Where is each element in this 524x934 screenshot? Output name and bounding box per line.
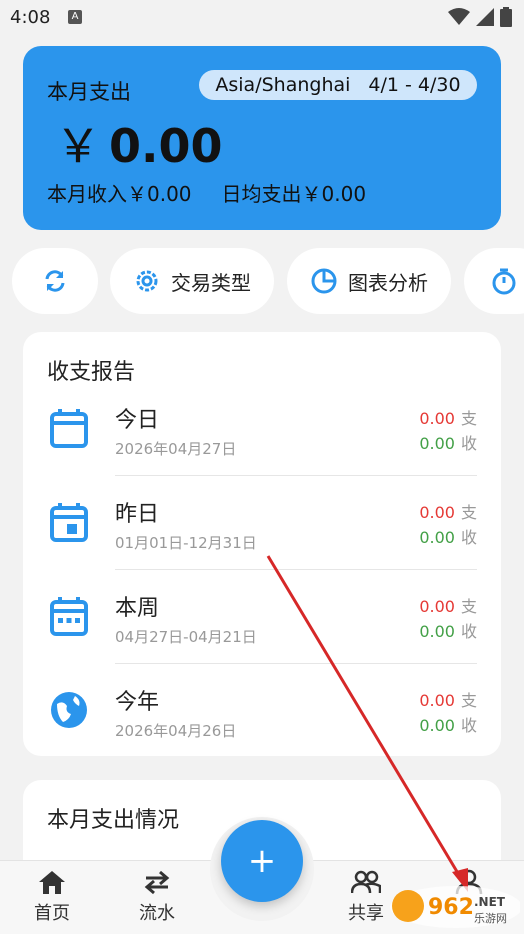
- report-row-date: 2026年04月26日: [115, 722, 237, 740]
- row-divider: [115, 569, 477, 570]
- timer-icon: [492, 268, 516, 295]
- expense-label: 支: [460, 409, 477, 428]
- report-row-week[interactable]: 本周 04月27日-04月21日 0.00 支 0.00 收: [23, 576, 501, 670]
- income-expense-report-card: 收支报告 今日 2026年04月27日 0.00 支 0.00 收 昨日 01月01…: [23, 332, 501, 756]
- transaction-type-label: 交易类型: [171, 270, 251, 295]
- report-title: 收支报告: [47, 360, 136, 385]
- expense-value: 0.00: [419, 409, 455, 428]
- monthly-expense-title: 本月支出情况: [47, 808, 180, 833]
- site-watermark-logo: 962 .NET 乐游网: [390, 886, 520, 928]
- home-icon: [39, 871, 65, 894]
- income-label: 收: [460, 528, 477, 547]
- report-row-today[interactable]: 今日 2026年04月27日 0.00 支 0.00 收: [23, 388, 501, 482]
- svg-text:.NET: .NET: [474, 895, 506, 909]
- quick-actions-bar: 交易类型 图表分析: [0, 248, 524, 314]
- expense-label: 支: [460, 503, 477, 522]
- report-row-values: 0.00 支 0.00 收: [419, 500, 477, 550]
- status-icons: [448, 7, 512, 27]
- report-row-name: 昨日: [115, 502, 160, 527]
- daily-average-expense: 日均支出￥0.00: [221, 182, 367, 206]
- income-label: 收: [460, 622, 477, 641]
- timezone-label: Asia/Shanghai: [215, 74, 351, 96]
- transaction-type-button[interactable]: 交易类型: [110, 248, 274, 314]
- income-label: 收: [460, 716, 477, 735]
- battery-icon: [500, 7, 512, 27]
- signal-icon: [476, 8, 494, 26]
- transfer-icon: [144, 870, 170, 895]
- report-row-name: 本周: [115, 596, 160, 621]
- report-row-values: 0.00 支 0.00 收: [419, 688, 477, 738]
- income-value: 0.00: [419, 434, 455, 453]
- timer-button[interactable]: [464, 248, 524, 314]
- summary-footer: 本月收入￥0.00 日均支出￥0.00: [47, 178, 366, 207]
- notification-a-icon: A: [68, 10, 82, 24]
- expense-amount: ￥ 0.00: [55, 110, 223, 176]
- globe-icon: [51, 692, 87, 728]
- status-bar: 4:08 A: [0, 0, 524, 36]
- calendar-week-icon: [50, 597, 88, 636]
- pie-chart-icon: [311, 268, 337, 294]
- report-row-date: 01月01日-12月31日: [115, 534, 257, 552]
- nav-flow[interactable]: 流水: [122, 869, 192, 925]
- refresh-icon: [45, 270, 65, 292]
- nav-flow-label: 流水: [139, 903, 175, 924]
- monthly-income: 本月收入￥0.00: [47, 182, 192, 206]
- income-value: 0.00: [419, 622, 455, 641]
- expense-value: 0.00: [419, 597, 455, 616]
- report-row-date: 2026年04月27日: [115, 440, 237, 458]
- status-time: 4:08: [10, 7, 51, 28]
- timezone-range-pill[interactable]: Asia/Shanghai 4/1 - 4/30: [199, 70, 477, 100]
- expense-amount-value: 0.00: [109, 119, 223, 173]
- report-row-name: 今日: [115, 408, 160, 433]
- refresh-button[interactable]: [12, 248, 98, 314]
- gear-icon: [136, 270, 158, 292]
- expense-label: 支: [460, 597, 477, 616]
- income-value: 0.00: [419, 716, 455, 735]
- monthly-summary-card: 本月支出 Asia/Shanghai 4/1 - 4/30 ￥ 0.00 本月收入…: [23, 46, 501, 230]
- nav-home[interactable]: 首页: [17, 869, 87, 925]
- income-value: 0.00: [419, 528, 455, 547]
- report-row-name: 今年: [115, 690, 160, 715]
- chart-analysis-label: 图表分析: [348, 270, 428, 295]
- summary-title: 本月支出: [47, 80, 131, 104]
- add-transaction-button[interactable]: +: [221, 820, 303, 902]
- nav-home-label: 首页: [34, 903, 70, 924]
- currency-symbol: ￥: [55, 119, 101, 173]
- report-row-year[interactable]: 今年 2026年04月26日 0.00 支 0.00 收: [23, 670, 501, 764]
- chart-analysis-button[interactable]: 图表分析: [287, 248, 451, 314]
- nav-share-label: 共享: [348, 903, 384, 924]
- report-row-values: 0.00 支 0.00 收: [419, 594, 477, 644]
- svg-text:962: 962: [428, 895, 474, 920]
- date-range-label: 4/1 - 4/30: [368, 74, 461, 96]
- report-row-yesterday[interactable]: 昨日 01月01日-12月31日 0.00 支 0.00 收: [23, 482, 501, 576]
- report-row-date: 04月27日-04月21日: [115, 628, 257, 646]
- people-icon: [351, 870, 381, 894]
- svg-text:乐游网: 乐游网: [474, 912, 507, 925]
- calendar-icon: [50, 409, 88, 448]
- row-divider: [115, 475, 477, 476]
- report-row-values: 0.00 支 0.00 收: [419, 406, 477, 456]
- expense-label: 支: [460, 691, 477, 710]
- income-label: 收: [460, 434, 477, 453]
- expense-value: 0.00: [419, 503, 455, 522]
- calendar-day-icon: [50, 503, 88, 542]
- row-divider: [115, 663, 477, 664]
- wifi-icon: [448, 8, 470, 25]
- expense-value: 0.00: [419, 691, 455, 710]
